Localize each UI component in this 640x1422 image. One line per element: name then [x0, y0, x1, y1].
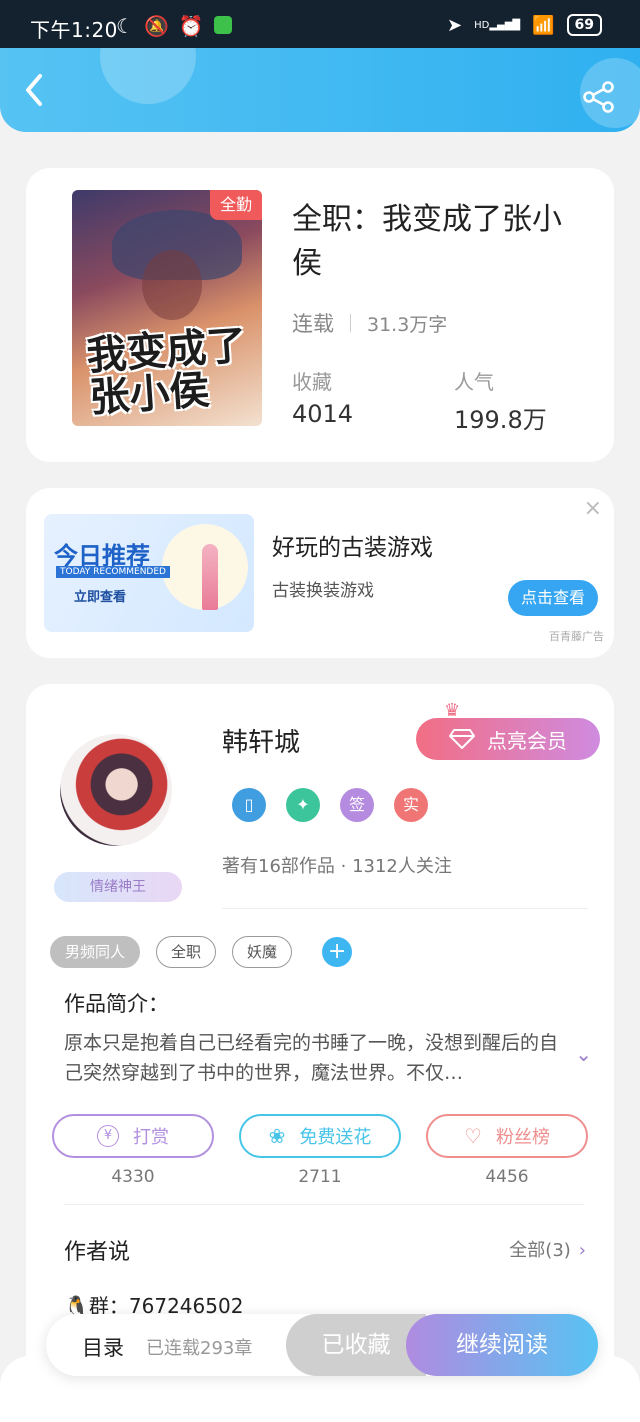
- send-flower-label: 免费送花: [299, 1127, 372, 1148]
- back-button[interactable]: [20, 72, 50, 108]
- handshake-badge-icon[interactable]: ✦: [286, 788, 320, 822]
- wifi-icon: 📶: [532, 14, 555, 36]
- tag-list: 男频同人 全职 妖魔 +: [50, 936, 353, 968]
- popularity-label: 人气: [454, 370, 494, 394]
- location-icon: ➤: [447, 14, 463, 36]
- phone-badge-icon[interactable]: ▯: [232, 788, 266, 822]
- flower-count: 2711: [298, 1167, 342, 1187]
- app-notification-icon: [213, 16, 232, 34]
- status-right-icons: ➤ HD▂▄▆█ 📶 69: [447, 14, 602, 36]
- ad-image-subtitle: TODAY RECOMMENDED: [56, 566, 170, 578]
- ad-image-cta: 立即查看: [74, 590, 127, 605]
- ad-description: 古装换装游戏: [272, 581, 374, 601]
- bottom-action-bar: 目录 已连载293章 已收藏 继续阅读: [46, 1314, 598, 1376]
- fans-count: 4456: [485, 1167, 529, 1187]
- diamond-icon: [449, 729, 475, 749]
- avatar[interactable]: [60, 734, 172, 846]
- add-tag-icon[interactable]: +: [322, 937, 353, 967]
- author-say-all-link[interactable]: 全部(3) ›: [509, 1236, 586, 1262]
- share-button[interactable]: [582, 80, 616, 114]
- flower-icon: ❀: [268, 1124, 286, 1148]
- verified-badge[interactable]: 实: [394, 788, 428, 822]
- ad-title: 好玩的古装游戏: [272, 535, 433, 561]
- divider: [64, 1204, 584, 1205]
- ad-illustration-figure: [202, 544, 218, 610]
- divider: [350, 314, 351, 332]
- signal-icon: HD▂▄▆█: [474, 19, 521, 31]
- chapter-count[interactable]: 已连载293章: [146, 1334, 252, 1360]
- yen-icon: ¥: [97, 1125, 119, 1147]
- popularity-value: 199.8万: [454, 406, 547, 434]
- ad-view-button[interactable]: 点击查看: [508, 580, 598, 616]
- header-decoration: [100, 48, 196, 104]
- ad-source: 百青藤广告: [549, 630, 604, 643]
- battery-indicator: 69: [566, 14, 602, 36]
- avatar-title-badge: 情绪神王: [54, 872, 182, 902]
- vip-button-label: 点亮会员: [487, 728, 567, 753]
- collect-value: 4014: [292, 400, 354, 428]
- tag-item[interactable]: 全职: [156, 936, 217, 968]
- book-cover[interactable]: 我变成了张小侯 全勤: [72, 190, 262, 426]
- fans-icon: ♡: [464, 1124, 482, 1148]
- cover-title: 我变成了张小侯: [85, 322, 248, 422]
- author-name[interactable]: 韩轩城: [222, 722, 300, 759]
- ad-image[interactable]: 今日推荐 TODAY RECOMMENDED 立即查看: [44, 514, 254, 632]
- author-card: 情绪神王 韩轩城 ♛ 点亮会员 ▯ ✦ 签 实 著有16部作品 · 1312人关…: [26, 684, 614, 1404]
- fans-rank-button[interactable]: ♡ 粉丝榜: [426, 1114, 588, 1158]
- reward-label: 打赏: [133, 1127, 169, 1148]
- share-icon: [583, 81, 614, 113]
- chevron-down-icon[interactable]: ⌄: [575, 1042, 592, 1066]
- close-icon[interactable]: ×: [584, 496, 602, 521]
- book-status-line: 连载 31.3万字: [292, 308, 447, 338]
- ad-card[interactable]: 今日推荐 TODAY RECOMMENDED 立即查看 好玩的古装游戏 古装换装…: [26, 488, 614, 658]
- collect-label: 收藏: [292, 370, 332, 394]
- intro-text[interactable]: 原本只是抱着自己已经看完的书睡了一晚，没想到醒后的自己突然穿越到了书中的世界，魔…: [64, 1028, 562, 1088]
- chevron-left-icon: [26, 74, 42, 106]
- tag-item[interactable]: 妖魔: [232, 936, 293, 968]
- divider: [222, 908, 588, 909]
- toc-button[interactable]: 目录: [82, 1332, 124, 1362]
- book-info-card: 我变成了张小侯 全勤 全职：我变成了张小侯 连载 31.3万字 收藏 4014 …: [26, 168, 614, 462]
- intro-label: 作品简介：: [64, 992, 169, 1016]
- mute-icon: 🔕: [143, 14, 169, 38]
- book-title: 全职：我变成了张小侯: [292, 202, 562, 281]
- word-count: 31.3万字: [367, 313, 448, 336]
- status-bar: 下午1:20 ☾ 🔕 ⏰ ➤ HD▂▄▆█ 📶 69: [0, 0, 640, 48]
- collected-button[interactable]: 已收藏: [286, 1314, 426, 1376]
- status-time: 下午1:20: [30, 18, 118, 42]
- signed-badge[interactable]: 签: [340, 788, 374, 822]
- moon-icon: ☾: [116, 14, 134, 38]
- vip-button[interactable]: 点亮会员: [416, 718, 600, 760]
- author-say-all-label: 全部(3): [509, 1240, 571, 1261]
- alarm-icon: ⏰: [178, 14, 204, 38]
- full-attendance-badge: 全勤: [210, 190, 262, 220]
- chevron-right-icon: ›: [578, 1240, 586, 1261]
- tag-item[interactable]: 男频同人: [50, 936, 141, 968]
- fans-rank-label: 粉丝榜: [495, 1127, 550, 1148]
- author-say-label: 作者说: [64, 1240, 131, 1265]
- serial-status: 连载: [292, 312, 334, 336]
- send-flower-button[interactable]: ❀ 免费送花: [239, 1114, 401, 1158]
- reward-count: 4330: [111, 1167, 155, 1187]
- author-badges: ▯ ✦ 签 实: [232, 788, 428, 822]
- status-left-icons: ☾ 🔕 ⏰: [116, 14, 232, 38]
- author-meta: 著有16部作品 · 1312人关注: [222, 856, 452, 877]
- header: [0, 48, 640, 132]
- cover-illustration: [142, 250, 202, 320]
- reward-button[interactable]: ¥ 打赏: [52, 1114, 214, 1158]
- continue-reading-button[interactable]: 继续阅读: [406, 1314, 598, 1376]
